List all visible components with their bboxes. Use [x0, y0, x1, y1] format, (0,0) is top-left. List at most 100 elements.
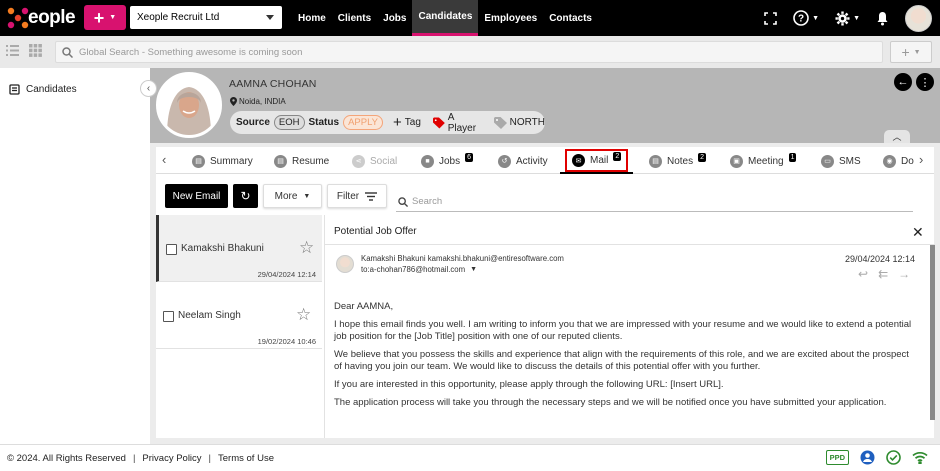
- ppd-badge[interactable]: PPD: [825, 450, 849, 465]
- add-tag-button[interactable]: + Tag: [393, 115, 421, 130]
- source-chip[interactable]: EOH: [273, 115, 305, 130]
- star-icon[interactable]: ☆: [296, 305, 311, 325]
- top-icons: ? ▼ ▼: [764, 0, 932, 36]
- more-options-button[interactable]: ⋮: [916, 73, 934, 91]
- user-avatar[interactable]: [905, 4, 932, 32]
- fullscreen-icon[interactable]: [764, 11, 777, 25]
- mail-toolbar: New Email ↻ More ▼ Filter Search: [156, 180, 934, 214]
- list-view-icon[interactable]: [6, 44, 19, 57]
- tab-summary[interactable]: ▤ Summary: [192, 150, 253, 172]
- tab-label: Meeting: [748, 155, 784, 167]
- reply-all-icon[interactable]: ⇇: [878, 267, 888, 281]
- xeople-logo[interactable]: eople: [6, 6, 76, 30]
- search-icon: [398, 196, 408, 207]
- mail-checkbox[interactable]: [166, 244, 177, 255]
- global-search-input[interactable]: Global Search - Something awesome is com…: [55, 41, 883, 63]
- tab-resume[interactable]: ▤ Resume: [274, 150, 329, 172]
- plus-icon: +: [393, 114, 402, 131]
- meeting-icon: ▣: [730, 154, 743, 168]
- tab-label: Activity: [516, 155, 548, 167]
- chevron-down-icon: ▼: [913, 48, 921, 56]
- content-area: ‹ ▤ Summary ▤ Resume ⋖ Social ■ Jobs 6 ↺ Activ…: [150, 143, 940, 444]
- source-label: Source: [236, 117, 270, 128]
- tab-label: SMS: [839, 155, 861, 167]
- close-icon[interactable]: ✕: [912, 224, 924, 241]
- new-email-button[interactable]: New Email: [165, 184, 228, 208]
- sidebar-item-label: Candidates: [26, 84, 77, 95]
- tab-scroll-right-icon[interactable]: ›: [919, 152, 923, 167]
- tab-label: Resume: [292, 155, 330, 167]
- tab-jobs[interactable]: ■ Jobs 6: [421, 150, 474, 172]
- check-circle-icon[interactable]: [886, 450, 901, 465]
- footer: © 2024. All Rights Reserved | Privacy Po…: [0, 444, 940, 471]
- help-icon: ?: [793, 10, 809, 26]
- mail-icon: ✉: [572, 154, 585, 167]
- briefcase-icon: ■: [421, 154, 434, 168]
- mail-greeting: Dear AAMNA,: [334, 301, 394, 312]
- user-circle-icon[interactable]: [860, 450, 875, 465]
- nav-clients[interactable]: Clients: [332, 0, 377, 36]
- mail-search-input[interactable]: Search: [396, 192, 913, 212]
- mail-sender: Neelam Singh: [178, 310, 241, 321]
- bell-icon[interactable]: [876, 11, 889, 26]
- tab-activity[interactable]: ↺ Activity: [498, 150, 548, 172]
- tab-sms[interactable]: ▭ SMS: [821, 150, 861, 172]
- region-tag[interactable]: NORTH: [493, 116, 545, 129]
- mail-search-placeholder: Search: [412, 196, 443, 207]
- mail-checkbox[interactable]: [163, 311, 174, 322]
- plus-icon: +: [93, 7, 105, 28]
- add-record-button[interactable]: + ▼: [890, 41, 932, 63]
- mail-scrollbar[interactable]: [930, 245, 935, 420]
- grid-view-icon[interactable]: [29, 44, 42, 57]
- rating-tag[interactable]: A Player: [432, 112, 482, 134]
- tab-label: Social: [370, 155, 398, 167]
- filter-button[interactable]: Filter: [327, 184, 387, 208]
- nav-candidates[interactable]: Candidates: [412, 0, 479, 36]
- tab-social[interactable]: ⋖ Social: [352, 150, 397, 172]
- more-button[interactable]: More ▼: [263, 184, 322, 208]
- chevron-left-icon: ‹: [146, 83, 151, 94]
- tab-documents[interactable]: ◉ Do: [883, 150, 915, 172]
- view-toggle: [6, 44, 42, 57]
- divider: |: [132, 452, 136, 464]
- forward-icon[interactable]: →: [898, 267, 910, 281]
- star-icon[interactable]: ☆: [299, 238, 314, 258]
- company-select[interactable]: Xeople Recruit Ltd: [130, 6, 282, 29]
- sidebar-collapse-button[interactable]: ‹: [140, 80, 157, 97]
- mail-to[interactable]: to:a-chohan786@hotmail.com ▼: [361, 265, 477, 274]
- back-button[interactable]: ←: [894, 73, 912, 91]
- tab-notes[interactable]: ▤ Notes 2: [649, 150, 707, 172]
- global-search-placeholder: Global Search - Something awesome is com…: [79, 46, 303, 58]
- tab-meeting[interactable]: ▣ Meeting 1: [730, 150, 797, 172]
- divider: [325, 244, 935, 245]
- mail-list-item[interactable]: Kamakshi Bhakuni ☆ 29/04/2024 12:14: [156, 215, 322, 282]
- mail-paragraph: I hope this email finds you well. I am w…: [334, 319, 912, 342]
- reply-icon[interactable]: ↩: [858, 267, 868, 281]
- tab-mail[interactable]: ✉ Mail 2: [565, 149, 629, 172]
- wifi-icon[interactable]: [912, 451, 928, 464]
- nav-employees[interactable]: Employees: [478, 0, 543, 36]
- nav-home[interactable]: Home: [292, 0, 332, 36]
- tab-label: Notes: [667, 155, 694, 167]
- privacy-link[interactable]: Privacy Policy: [142, 453, 201, 464]
- clipboard-icon: [9, 84, 20, 95]
- filter-button-label: Filter: [336, 190, 360, 202]
- chevron-up-icon: ︿: [892, 132, 902, 142]
- status-chip[interactable]: APPLY: [343, 115, 383, 130]
- candidate-photo: [156, 72, 222, 138]
- candidate-location-text: Noida, INDIA: [239, 97, 286, 106]
- sidebar-item-candidates[interactable]: Candidates: [9, 84, 77, 95]
- mail-list: Kamakshi Bhakuni ☆ 29/04/2024 12:14 Neel…: [156, 215, 322, 438]
- quick-add-button[interactable]: + ▼: [84, 5, 126, 30]
- nav-jobs[interactable]: Jobs: [377, 0, 412, 36]
- tab-label: Summary: [210, 155, 253, 167]
- terms-link[interactable]: Terms of Use: [218, 453, 274, 464]
- header-collapse-button[interactable]: ︿: [884, 130, 910, 143]
- settings-menu[interactable]: ▼: [835, 10, 860, 26]
- nav-contacts[interactable]: Contacts: [543, 0, 598, 36]
- help-menu[interactable]: ? ▼: [793, 10, 819, 26]
- mail-list-item[interactable]: Neelam Singh ☆ 19/02/2024 10:46: [156, 282, 322, 349]
- mail-sender: Kamakshi Bhakuni: [181, 243, 264, 254]
- refresh-button[interactable]: ↻: [233, 184, 258, 208]
- tab-scroll-left-icon[interactable]: ‹: [162, 152, 166, 167]
